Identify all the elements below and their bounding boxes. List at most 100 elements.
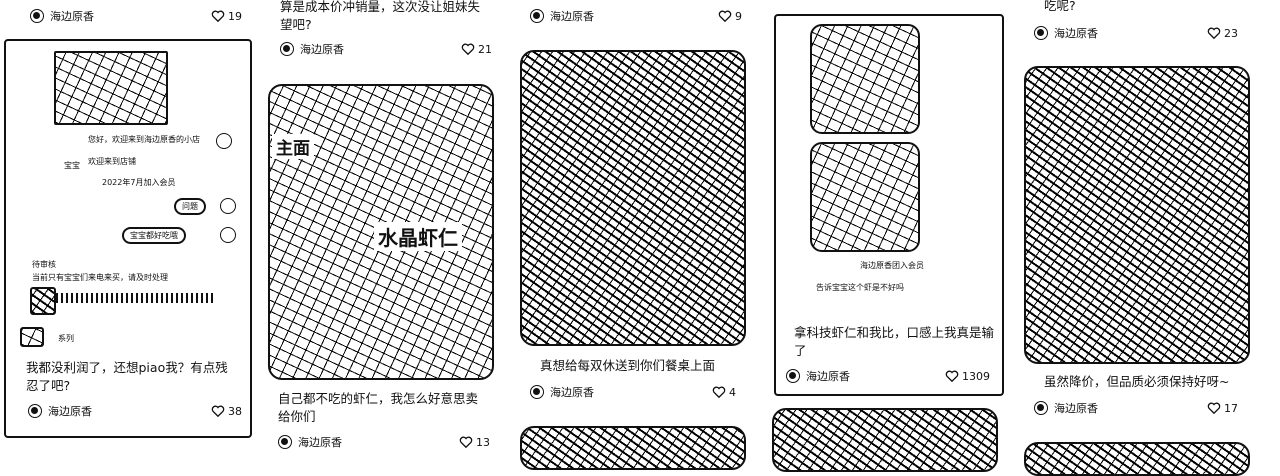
note-card[interactable]: 吃呢? 海边原香 23 [1034,0,1266,44]
author[interactable]: 海边原香 [280,41,344,57]
avatar-icon [220,227,236,243]
heart-icon [211,10,225,23]
heart-icon [1207,402,1221,415]
card-meta: 海边原香 9 [530,7,742,25]
author-name: 海边原香 [48,405,92,418]
note-title: 虽然降价，但品质必须保持好呀~ [1044,374,1230,389]
like-count: 4 [729,385,736,399]
note-image-next[interactable] [1024,442,1250,476]
author-name: 海边原香 [1054,402,1098,415]
note-image-next[interactable] [520,426,746,470]
avatar [1034,26,1048,40]
avatar [530,385,544,399]
heart-icon [211,405,225,418]
avatar [786,369,800,383]
chat-greeting: 您好，欢迎来到海边原香的小店 [88,135,200,144]
note-card[interactable]: 真想给每双休送到你们餐桌上面 海边原香 4 [520,50,746,402]
author-name: 海边原香 [50,10,94,23]
chat-small-1: 宝宝 [64,161,80,170]
note-image [54,51,168,125]
heart-icon [459,436,473,449]
chat-user-3: 系列 [58,334,74,343]
card-meta: 海边原香 38 [28,402,242,420]
author[interactable]: 海边原香 [30,8,94,24]
card-meta: 海边原香 17 [1034,399,1238,417]
author-name: 海边原香 [298,436,342,449]
avatar [30,9,44,23]
note-title: 自己都不吃的虾仁，我怎么好意思卖给你们 [278,391,479,424]
author[interactable]: 海边原香 [530,384,594,400]
like-count: 21 [478,42,492,56]
note-card[interactable]: 算是成本价冲销量，这次没让姐妹失望吧? 海边原香 21 [270,0,498,58]
caption-1: 海边原香团入会员 [860,261,924,270]
heart-icon [461,43,475,56]
avatar [1034,401,1048,415]
like-button[interactable]: 23 [1207,26,1238,40]
note-image-bottom [810,142,920,252]
author[interactable]: 海边原香 [786,368,850,384]
like-button[interactable]: 9 [718,9,742,23]
heart-icon [945,370,959,383]
author[interactable]: 海边原香 [28,403,92,419]
heart-icon [1207,27,1221,40]
avatar-icon [216,133,232,149]
card-meta: 海边原香 21 [280,40,492,58]
like-count: 13 [476,435,490,449]
like-count: 38 [228,404,242,418]
card-meta: 海边原香 23 [1034,24,1238,42]
note-title: 吃呢? [1044,0,1076,13]
heart-icon [712,386,726,399]
like-button[interactable]: 4 [712,385,736,399]
blurred-image [30,287,56,315]
note-card[interactable]: 虽然降价，但品质必须保持好呀~ 海边原香 17 [1024,66,1250,418]
note-card[interactable]: 主面 水晶虾仁 自己都不吃的虾仁，我怎么好意思卖给你们 海边原香 13 [268,84,494,455]
note-card-selected[interactable]: 海边原香团入会员 告诉宝宝这个虾是不好吗 拿科技虾仁和我比，口感上我真是输了 海… [774,14,1004,396]
chat-user-2: 当前只有宝宝们来电来买，请及时处理 [32,273,168,282]
image-overlay-text: 水晶虾仁 [374,222,462,251]
like-count: 1309 [962,369,990,383]
like-button[interactable]: 38 [211,404,242,418]
like-button[interactable]: 13 [459,435,490,449]
author[interactable]: 海边原香 [278,434,342,450]
card-meta: 海边原香 4 [530,383,736,401]
note-title: 真想给每双休送到你们餐桌上面 [540,358,716,373]
like-button[interactable]: 1309 [945,369,990,383]
caption-2: 告诉宝宝这个虾是不好吗 [816,283,904,292]
note-image-next[interactable] [772,408,998,472]
chat-pill-2: 宝宝都好吃哦 [122,227,186,244]
chat-pill-1: 问题 [174,198,206,215]
avatar [280,42,294,56]
author[interactable]: 海边原香 [1034,25,1098,41]
blurred-bar [56,293,216,303]
avatar [530,9,544,23]
note-image [1024,66,1250,364]
like-button[interactable]: 19 [211,9,242,23]
like-count: 19 [228,9,242,23]
like-count: 23 [1224,26,1238,40]
note-image: 主面 水晶虾仁 [268,84,494,380]
note-image [520,50,746,346]
user-avatar-image [20,327,44,347]
note-title: 算是成本价冲销量，这次没让姐妹失望吧? [280,0,481,32]
avatar [28,404,42,418]
heart-icon [718,10,732,23]
author[interactable]: 海边原香 [530,8,594,24]
avatar-icon [220,198,236,214]
like-button[interactable]: 17 [1207,401,1238,415]
like-button[interactable]: 21 [461,42,492,56]
author[interactable]: 海边原香 [1034,400,1098,416]
like-count: 17 [1224,401,1238,415]
like-count: 9 [735,9,742,23]
chat-join: 2022年7月加入会员 [102,178,176,187]
note-card-selected[interactable]: 您好，欢迎来到海边原香的小店 宝宝 欢迎来到店铺 2022年7月加入会员 问题 … [4,39,252,438]
card-meta: 海边原香 1309 [786,367,990,385]
author-name: 海边原香 [806,370,850,383]
chat-small-2: 欢迎来到店铺 [88,157,136,166]
image-overlay-left: 主面 [272,134,314,159]
author-name: 海边原香 [300,43,344,56]
note-title: 我都没利润了，还想piao我？有点残忍了吧? [26,360,228,393]
author-name: 海边原香 [1054,27,1098,40]
chat-user-1: 待审核 [32,260,56,269]
card-meta: 海边原香 19 [30,7,242,25]
author-name: 海边原香 [550,386,594,399]
